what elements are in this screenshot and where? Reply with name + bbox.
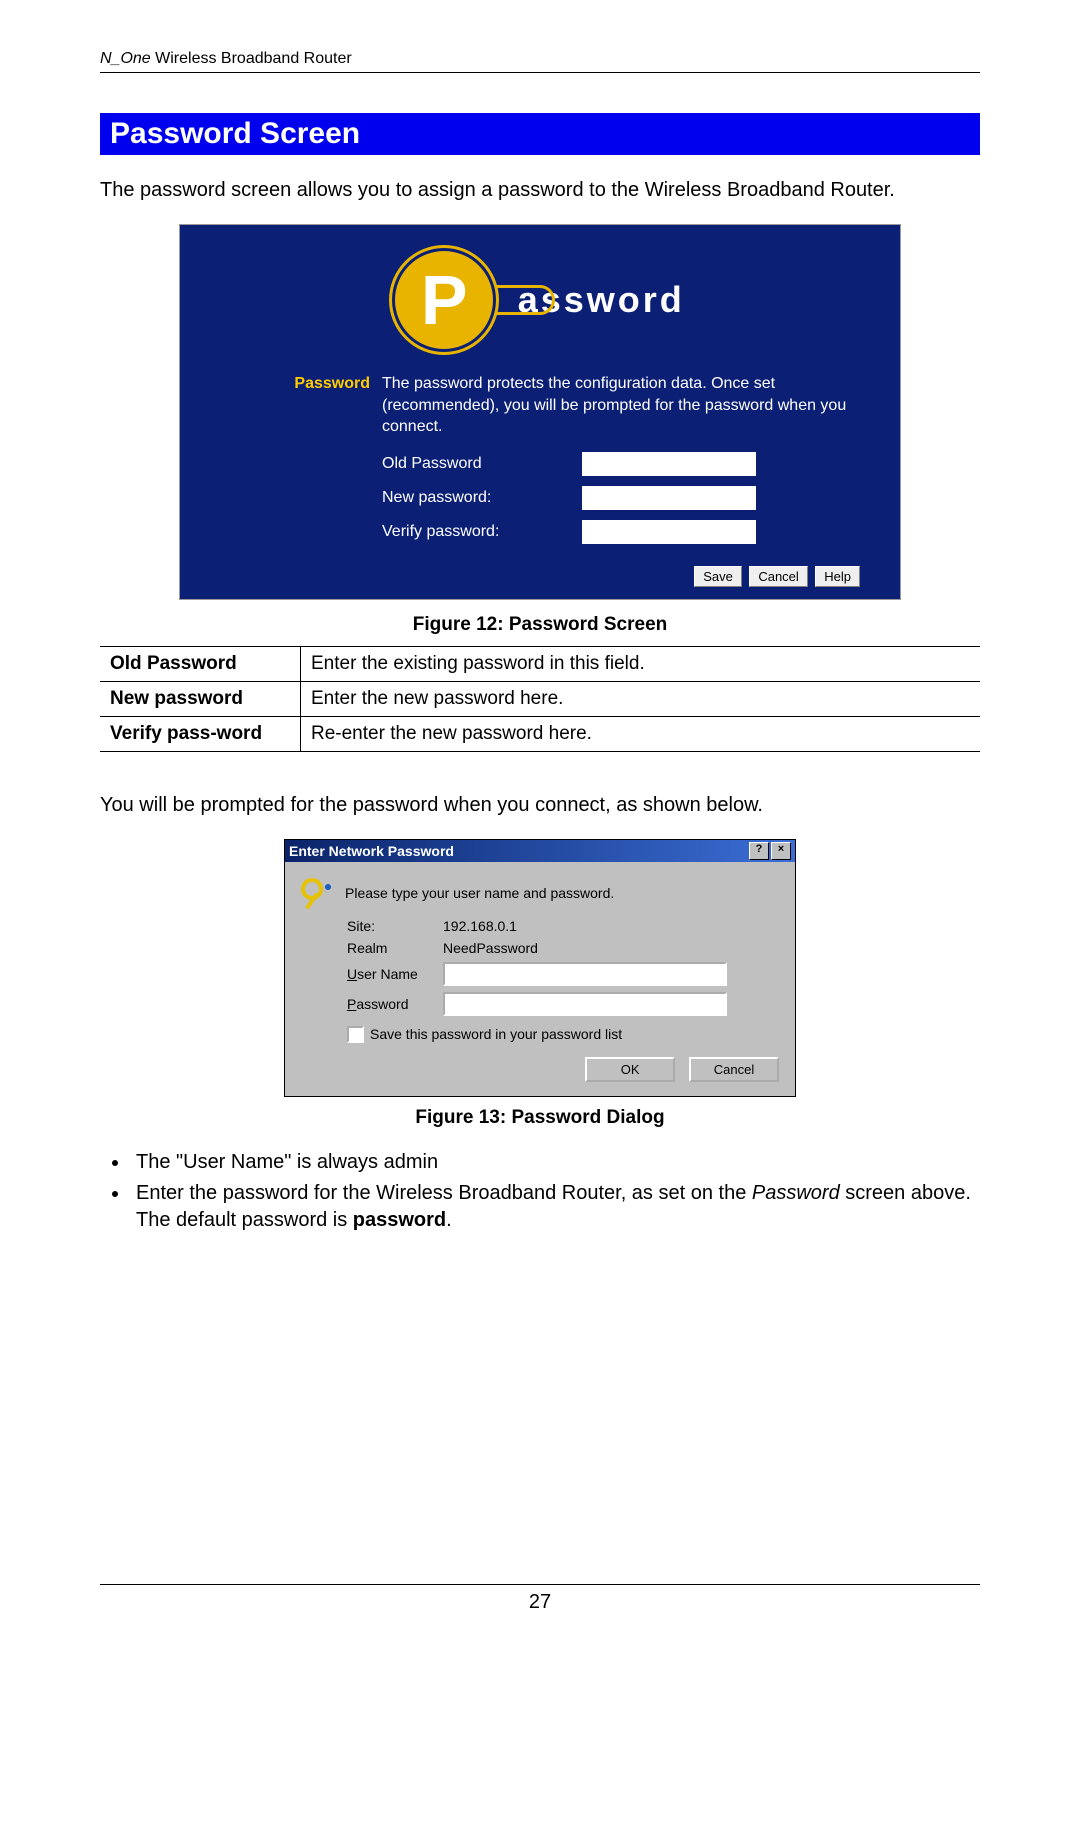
password-badge-icon: P bbox=[395, 251, 493, 349]
table-field-desc: Enter the new password here. bbox=[301, 681, 981, 716]
realm-value: NeedPassword bbox=[443, 940, 779, 956]
prompt-paragraph: You will be prompted for the password wh… bbox=[100, 792, 980, 819]
list-item: The "User Name" is always admin bbox=[130, 1149, 980, 1176]
password-badge-letter: P bbox=[421, 260, 468, 340]
dialog-title: Enter Network Password bbox=[289, 843, 454, 859]
password-label: Password bbox=[347, 996, 443, 1012]
figure12-caption: Figure 12: Password Screen bbox=[100, 614, 980, 636]
header-brand: N_One bbox=[100, 50, 151, 67]
verify-password-input[interactable] bbox=[582, 520, 756, 544]
help-icon[interactable]: ? bbox=[749, 842, 769, 860]
dialog-titlebar: Enter Network Password ? × bbox=[285, 840, 795, 862]
key-icon bbox=[301, 878, 331, 908]
intro-paragraph: The password screen allows you to assign… bbox=[100, 177, 980, 204]
list-item: Enter the password for the Wireless Broa… bbox=[130, 1180, 980, 1234]
dialog-instruction: Please type your user name and password. bbox=[345, 885, 614, 901]
table-field-desc: Enter the existing password in this fiel… bbox=[301, 646, 981, 681]
table-row: Old Password Enter the existing password… bbox=[100, 646, 980, 681]
close-icon[interactable]: × bbox=[771, 842, 791, 860]
password-description: The password protects the configuration … bbox=[382, 373, 860, 438]
ok-button[interactable]: OK bbox=[585, 1057, 675, 1082]
username-input[interactable] bbox=[443, 962, 727, 986]
new-password-label: New password: bbox=[382, 489, 582, 507]
table-field-name: New password bbox=[100, 681, 301, 716]
save-password-label: Save this password in your password list bbox=[370, 1026, 622, 1042]
section-title: Password Screen bbox=[100, 113, 980, 155]
password-logo-row: P assword bbox=[180, 225, 900, 363]
page-number: 27 bbox=[100, 1584, 980, 1614]
cancel-button[interactable]: Cancel bbox=[749, 566, 807, 587]
new-password-input[interactable] bbox=[582, 486, 756, 510]
network-password-dialog: Enter Network Password ? × Please type y… bbox=[284, 839, 796, 1097]
site-value: 192.168.0.1 bbox=[443, 918, 779, 934]
username-label: User Name bbox=[347, 966, 443, 982]
figure13-caption: Figure 13: Password Dialog bbox=[100, 1107, 980, 1129]
table-row: Verify pass-word Re-enter the new passwo… bbox=[100, 716, 980, 751]
table-field-name: Verify pass-word bbox=[100, 716, 301, 751]
save-password-checkbox[interactable] bbox=[347, 1026, 364, 1043]
table-row: New password Enter the new password here… bbox=[100, 681, 980, 716]
document-page: N_One Wireless Broadband Router Password… bbox=[0, 0, 1080, 1654]
table-field-desc: Re-enter the new password here. bbox=[301, 716, 981, 751]
dialog-cancel-button[interactable]: Cancel bbox=[689, 1057, 779, 1082]
old-password-label: Old Password bbox=[382, 455, 582, 473]
site-label: Site: bbox=[347, 918, 443, 934]
header-rest: Wireless Broadband Router bbox=[151, 50, 352, 67]
realm-label: Realm bbox=[347, 940, 443, 956]
help-button[interactable]: Help bbox=[815, 566, 860, 587]
field-description-table: Old Password Enter the existing password… bbox=[100, 646, 980, 752]
verify-password-label: Verify password: bbox=[382, 523, 582, 541]
running-header: N_One Wireless Broadband Router bbox=[100, 50, 980, 73]
password-side-label: Password bbox=[220, 373, 370, 554]
old-password-input[interactable] bbox=[582, 452, 756, 476]
table-field-name: Old Password bbox=[100, 646, 301, 681]
notes-list: The "User Name" is always admin Enter th… bbox=[100, 1149, 980, 1234]
save-button[interactable]: Save bbox=[694, 566, 742, 587]
password-input[interactable] bbox=[443, 992, 727, 1016]
figure-password-screen: P assword Password The password protects… bbox=[179, 224, 901, 600]
